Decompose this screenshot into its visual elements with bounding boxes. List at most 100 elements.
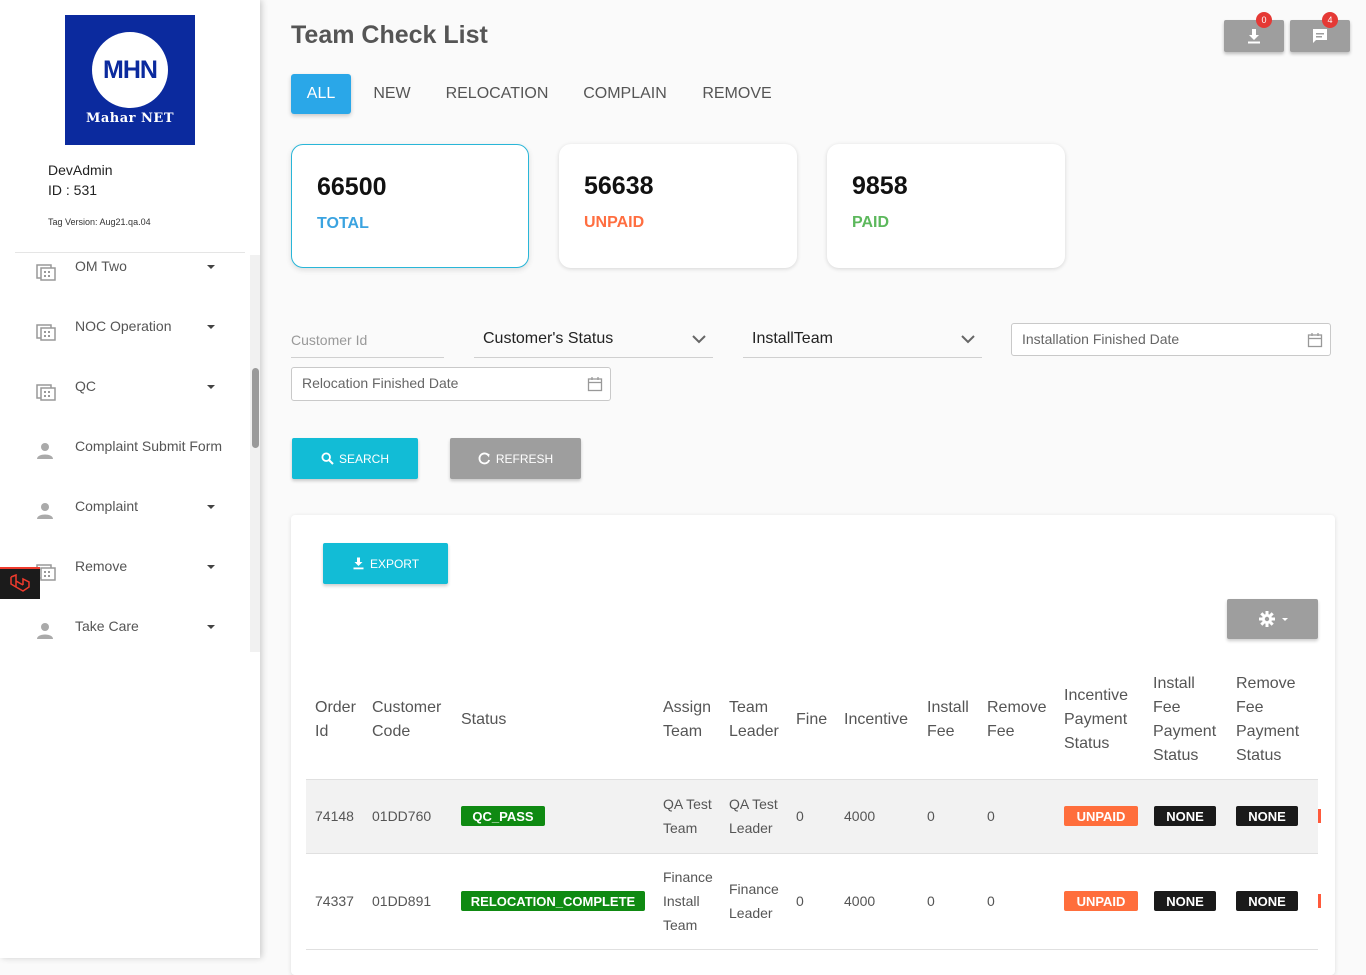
logo-circle: MHN — [92, 32, 168, 108]
th-fine[interactable]: Fine — [796, 708, 827, 732]
cell-incentive: 4000 — [844, 893, 876, 909]
status-badge: QC_PASS — [461, 806, 545, 826]
search-button[interactable]: SEARCH — [292, 438, 418, 479]
building-icon — [36, 384, 56, 401]
cell-team-leader: QA Test Leader — [729, 796, 778, 836]
results-card: EXPORT Order Id Customer Code Status Assig… — [291, 515, 1335, 975]
caret-down-icon — [207, 565, 215, 569]
th-incentive[interactable]: Incentive — [844, 708, 908, 732]
th-remove-fee[interactable]: Remove Fee — [987, 696, 1047, 744]
search-button-label: SEARCH — [338, 451, 389, 466]
cell-order-id: 74148 — [315, 808, 354, 824]
chevron-down-icon — [692, 335, 706, 344]
sidebar-item-complaint[interactable]: Complaint — [0, 493, 250, 533]
th-install-fee[interactable]: Install Fee — [927, 696, 969, 744]
tab-all[interactable]: ALL — [291, 74, 351, 114]
building-icon — [36, 264, 56, 281]
sidebar-item-label: Complaint Submit Form — [75, 438, 223, 454]
logo-mark: MHN — [103, 55, 158, 84]
stat-value: 56638 — [584, 172, 654, 200]
caret-down-icon — [207, 385, 215, 389]
stat-card-total[interactable]: 66500 TOTAL — [291, 144, 529, 268]
install-team-select[interactable]: InstallTeam — [743, 322, 982, 358]
user-id: ID : 531 — [48, 182, 98, 198]
stat-card-paid[interactable]: 9858 PAID — [827, 144, 1065, 268]
caret-down-icon — [1281, 617, 1288, 621]
export-button[interactable]: EXPORT — [323, 543, 448, 584]
person-icon — [37, 623, 53, 639]
debugbar-toggle[interactable] — [0, 567, 40, 599]
installation-finished-date-picker[interactable]: Installation Finished Date — [1011, 323, 1331, 356]
tab-complain[interactable]: COMPLAIN — [574, 74, 676, 114]
download-button[interactable]: 0 — [1224, 12, 1284, 52]
cell-fine: 0 — [796, 808, 804, 824]
refresh-button[interactable]: REFRESH — [450, 438, 581, 479]
sidebar-item-noc-operation[interactable]: NOC Operation — [0, 313, 250, 353]
main-content: Team Check List 0 4 ALL NEW RELOCATION C… — [260, 0, 1366, 975]
tab-new[interactable]: NEW — [360, 74, 424, 114]
row-divider — [306, 949, 1318, 950]
cell-assign-team: QA Test Team — [663, 796, 712, 836]
sidebar-item-complaint-submit-form[interactable]: Complaint Submit Form — [0, 433, 250, 473]
sidebar-scrollbar-thumb[interactable] — [252, 368, 259, 448]
th-remove-fee-payment-status[interactable]: Remove Fee Payment Status — [1236, 672, 1299, 768]
brand-logo[interactable]: MHN Mahar NET — [65, 15, 195, 145]
message-count-badge: 4 — [1322, 12, 1338, 28]
th-incentive-payment-status[interactable]: Incentive Payment Status — [1064, 684, 1128, 756]
clipped-column-indicator — [1318, 809, 1321, 823]
customer-status-select[interactable]: Customer's Status — [474, 322, 713, 358]
sidebar-item-label: NOC Operation — [75, 318, 172, 334]
th-assign-team[interactable]: Assign Team — [663, 696, 711, 744]
relocation-date-placeholder: Relocation Finished Date — [302, 375, 459, 391]
download-icon — [1248, 29, 1260, 44]
page-title: Team Check List — [291, 21, 488, 49]
cell-install-fee: 0 — [927, 893, 935, 909]
calendar-icon — [1307, 333, 1323, 348]
sidebar-item-label: Take Care — [75, 618, 139, 634]
customer-id-input[interactable]: Customer Id — [291, 325, 444, 358]
stat-label: PAID — [852, 214, 890, 231]
messages-button[interactable]: 4 — [1290, 12, 1350, 52]
install-team-value: InstallTeam — [752, 330, 833, 347]
stat-value: 9858 — [852, 172, 908, 200]
stat-label: TOTAL — [317, 215, 369, 232]
stat-label: UNPAID — [584, 214, 645, 231]
cell-team-leader: Finance Leader — [729, 881, 779, 921]
cell-customer-code: 01DD760 — [372, 808, 432, 824]
download-count-badge: 0 — [1256, 12, 1272, 28]
column-settings-button[interactable] — [1227, 599, 1318, 639]
sidebar-item-label: OM Two — [75, 258, 127, 274]
payment-status-badge: NONE — [1154, 891, 1216, 911]
sidebar-scrollbar-track[interactable] — [250, 255, 260, 652]
customer-id-placeholder: Customer Id — [291, 332, 368, 348]
sidebar-item-om-two[interactable]: OM Two — [0, 253, 250, 293]
th-team-leader[interactable]: Team Leader — [729, 696, 779, 744]
relocation-finished-date-picker[interactable]: Relocation Finished Date — [291, 367, 611, 401]
th-order-id[interactable]: Order Id — [315, 696, 356, 744]
sidebar-item-take-care[interactable]: Take Care — [0, 613, 250, 653]
caret-down-icon — [207, 325, 215, 329]
sidebar-item-qc[interactable]: QC — [0, 373, 250, 413]
cell-incentive: 4000 — [844, 808, 876, 824]
stat-card-unpaid[interactable]: 56638 UNPAID — [559, 144, 797, 268]
sidebar-item-label: QC — [75, 378, 96, 394]
person-icon — [37, 443, 53, 459]
cell-remove-fee: 0 — [987, 808, 995, 824]
payment-status-badge: NONE — [1236, 891, 1298, 911]
th-status[interactable]: Status — [461, 708, 506, 732]
clipped-column-indicator — [1318, 894, 1321, 908]
refresh-icon — [478, 452, 490, 465]
customer-status-value: Customer's Status — [483, 330, 614, 347]
tab-relocation[interactable]: RELOCATION — [440, 74, 554, 114]
tab-remove[interactable]: REMOVE — [696, 74, 778, 114]
cell-install-fee: 0 — [927, 808, 935, 824]
chevron-down-icon — [961, 335, 975, 344]
caret-down-icon — [207, 625, 215, 629]
user-name: DevAdmin — [48, 162, 113, 178]
th-install-fee-payment-status[interactable]: Install Fee Payment Status — [1153, 672, 1216, 768]
payment-status-badge: UNPAID — [1064, 806, 1138, 826]
status-badge: RELOCATION_COMPLETE — [461, 891, 645, 911]
th-customer-code[interactable]: Customer Code — [372, 696, 441, 744]
tag-version: Tag Version: Aug21.qa.04 — [48, 217, 151, 227]
payment-status-badge: UNPAID — [1064, 891, 1138, 911]
